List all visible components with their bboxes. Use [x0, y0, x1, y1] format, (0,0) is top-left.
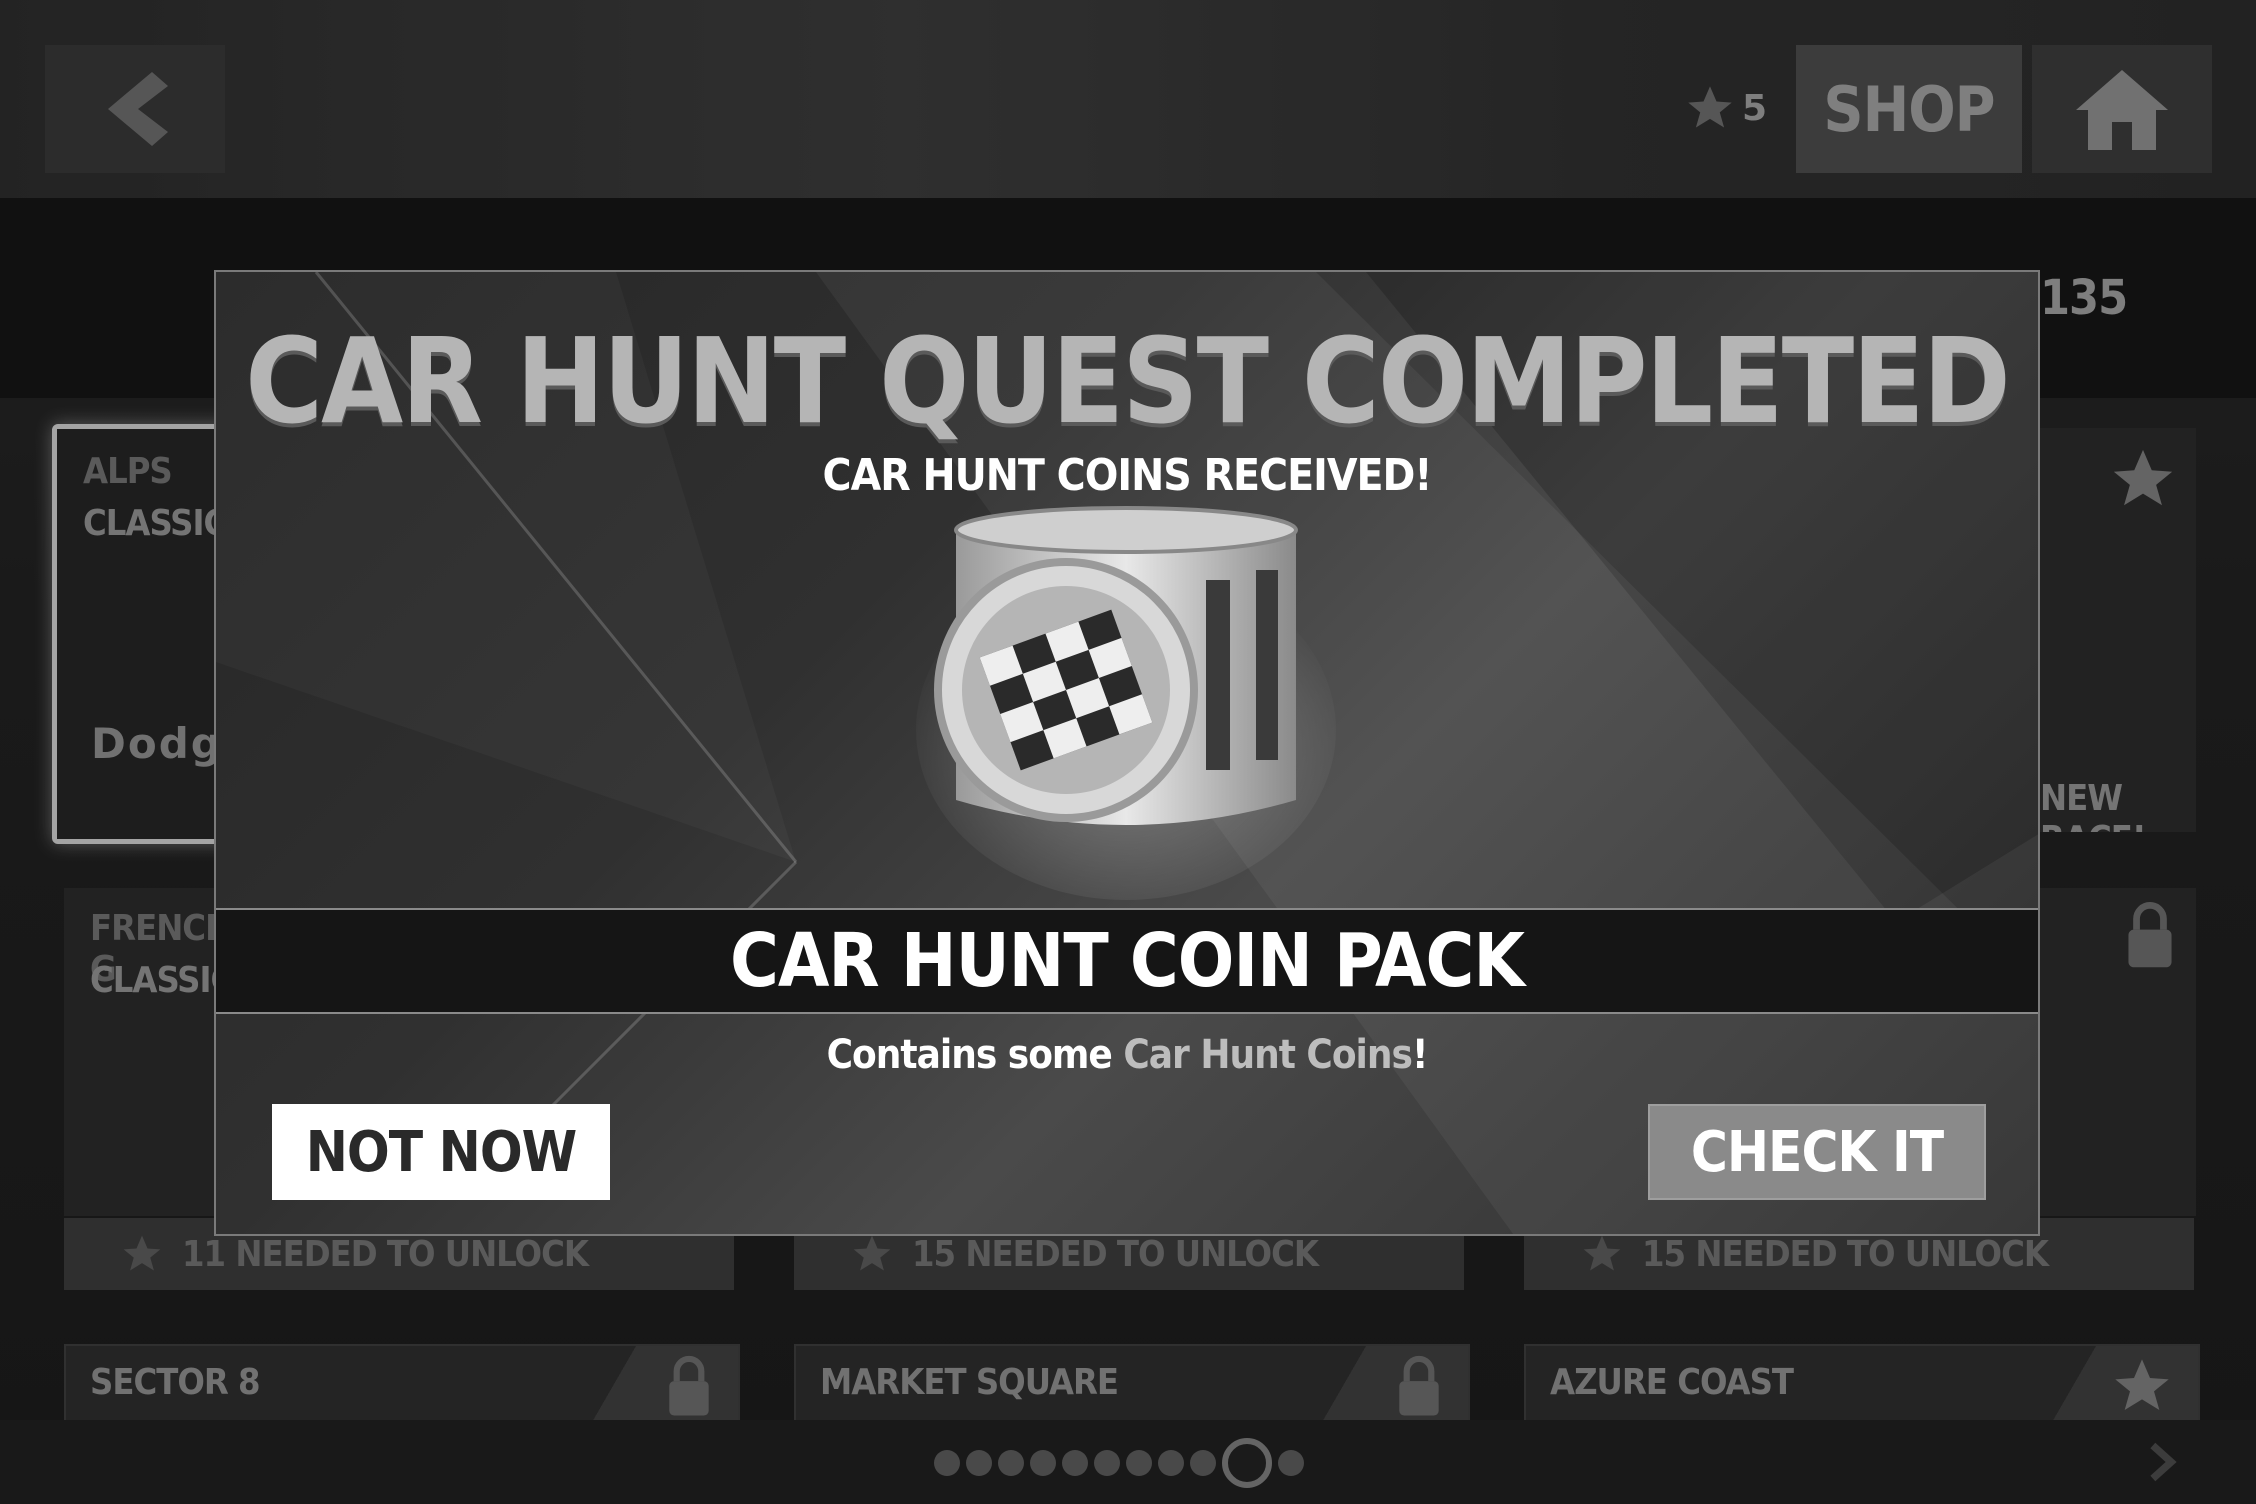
coin-pack-icon [916, 506, 1336, 900]
reward-description-highlight: Car Hunt Coins [1123, 1032, 1413, 1078]
dialog-title: CAR HUNT QUEST COMPLETED [245, 312, 2011, 450]
quest-completed-dialog: CAR HUNT QUEST COMPLETED CAR HUNT COINS … [214, 270, 2040, 1236]
reward-item-name: CAR HUNT COIN PACK [216, 908, 2038, 1014]
check-it-button[interactable]: CHECK IT [1648, 1104, 1986, 1200]
not-now-button[interactable]: NOT NOW [272, 1104, 610, 1200]
reward-description: Contains some Car Hunt Coins! [826, 1032, 1429, 1078]
dialog-subtitle: CAR HUNT COINS RECEIVED! [822, 450, 1433, 501]
